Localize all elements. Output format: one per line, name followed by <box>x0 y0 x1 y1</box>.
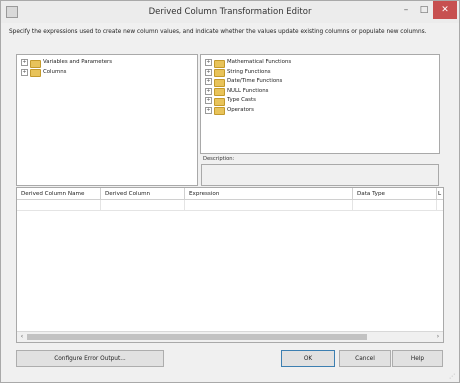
expand-icon[interactable]: + <box>205 97 212 104</box>
tree-item-type-casts[interactable]: + Type Casts <box>205 96 291 106</box>
folder-icon <box>214 69 225 77</box>
derived-columns-grid[interactable]: Derived Column Name Derived Column Expre… <box>16 187 444 343</box>
folder-icon <box>214 78 225 87</box>
minimize-button[interactable]: – <box>397 1 415 19</box>
ok-button[interactable]: OK <box>281 350 335 367</box>
expand-icon[interactable]: + <box>21 68 28 76</box>
folder-icon <box>30 59 41 68</box>
description-box <box>201 164 439 186</box>
functions-tree: + Mathematical Functions + String Functi… <box>205 58 291 115</box>
tree-item-label: Type Casts <box>227 97 256 103</box>
resize-grip-icon[interactable]: ⋰ <box>449 373 457 381</box>
tree-item-label: Operators <box>227 106 254 113</box>
folder-icon <box>214 88 225 96</box>
window-title: Derived Column Transformation Editor <box>148 7 312 17</box>
expand-icon[interactable]: + <box>21 59 28 66</box>
new-row-cell[interactable] <box>17 200 101 210</box>
maximize-button[interactable]: □ <box>415 1 433 19</box>
configure-error-output-button[interactable]: Configure Error Output... <box>16 350 164 367</box>
tree-item-mathematical-functions[interactable]: + Mathematical Functions <box>205 58 291 68</box>
horizontal-scrollbar[interactable]: ‹ › <box>17 331 443 342</box>
expand-icon[interactable]: + <box>205 78 212 85</box>
tree-item-label: NULL Functions <box>227 87 269 94</box>
tree-item-columns[interactable]: + Columns <box>21 68 112 77</box>
column-header-length[interactable]: L <box>437 188 443 200</box>
new-row-cell[interactable] <box>185 200 353 210</box>
inputs-tree: + Variables and Parameters + Columns <box>21 58 112 77</box>
functions-tree-panel: + Mathematical Functions + String Functi… <box>200 54 440 154</box>
column-header-derived-column[interactable]: Derived Column <box>101 188 185 200</box>
scroll-right-arrow-icon[interactable]: › <box>433 332 443 342</box>
instructions-text: Specify the expressions used to create n… <box>9 29 427 35</box>
editor-window: Derived Column Transformation Editor – □… <box>0 0 460 383</box>
inputs-tree-panel: + Variables and Parameters + Columns <box>16 54 198 186</box>
tree-item-label: Columns <box>43 68 67 75</box>
tree-item-variables-and-parameters[interactable]: + Variables and Parameters <box>21 58 112 68</box>
tree-item-label: Mathematical Functions <box>227 59 292 65</box>
expand-icon[interactable]: + <box>205 87 212 95</box>
tree-item-operators[interactable]: + Operators <box>205 106 291 115</box>
expand-icon[interactable]: + <box>205 106 212 114</box>
scroll-left-arrow-icon[interactable]: ‹ <box>17 332 27 342</box>
new-row-cell[interactable] <box>101 200 185 210</box>
tree-item-label: Variables and Parameters <box>43 59 113 65</box>
tree-item-string-functions[interactable]: + String Functions <box>205 68 291 77</box>
tree-item-null-functions[interactable]: + NULL Functions <box>205 87 291 96</box>
tree-item-label: Date/Time Functions <box>227 78 283 84</box>
expand-icon[interactable]: + <box>205 68 212 76</box>
tree-item-date-time-functions[interactable]: + Date/Time Functions <box>205 77 291 87</box>
column-header-data-type[interactable]: Data Type <box>353 188 437 200</box>
folder-icon <box>30 69 41 77</box>
folder-icon <box>214 59 225 68</box>
new-row-cell[interactable] <box>353 200 437 210</box>
description-label: Description: <box>203 156 235 162</box>
cancel-button[interactable]: Cancel <box>339 350 391 367</box>
scroll-thumb[interactable] <box>27 334 367 340</box>
folder-icon <box>214 97 225 106</box>
tree-item-label: String Functions <box>227 68 271 75</box>
new-row[interactable] <box>17 200 443 211</box>
column-header-derived-column-name[interactable]: Derived Column Name <box>17 188 101 200</box>
title-bar[interactable]: Derived Column Transformation Editor – □… <box>1 1 459 23</box>
expand-icon[interactable]: + <box>205 59 212 66</box>
help-button[interactable]: Help <box>392 350 443 367</box>
folder-icon <box>214 107 225 115</box>
close-button[interactable]: ✕ <box>433 1 457 19</box>
column-header-expression[interactable]: Expression <box>185 188 353 200</box>
